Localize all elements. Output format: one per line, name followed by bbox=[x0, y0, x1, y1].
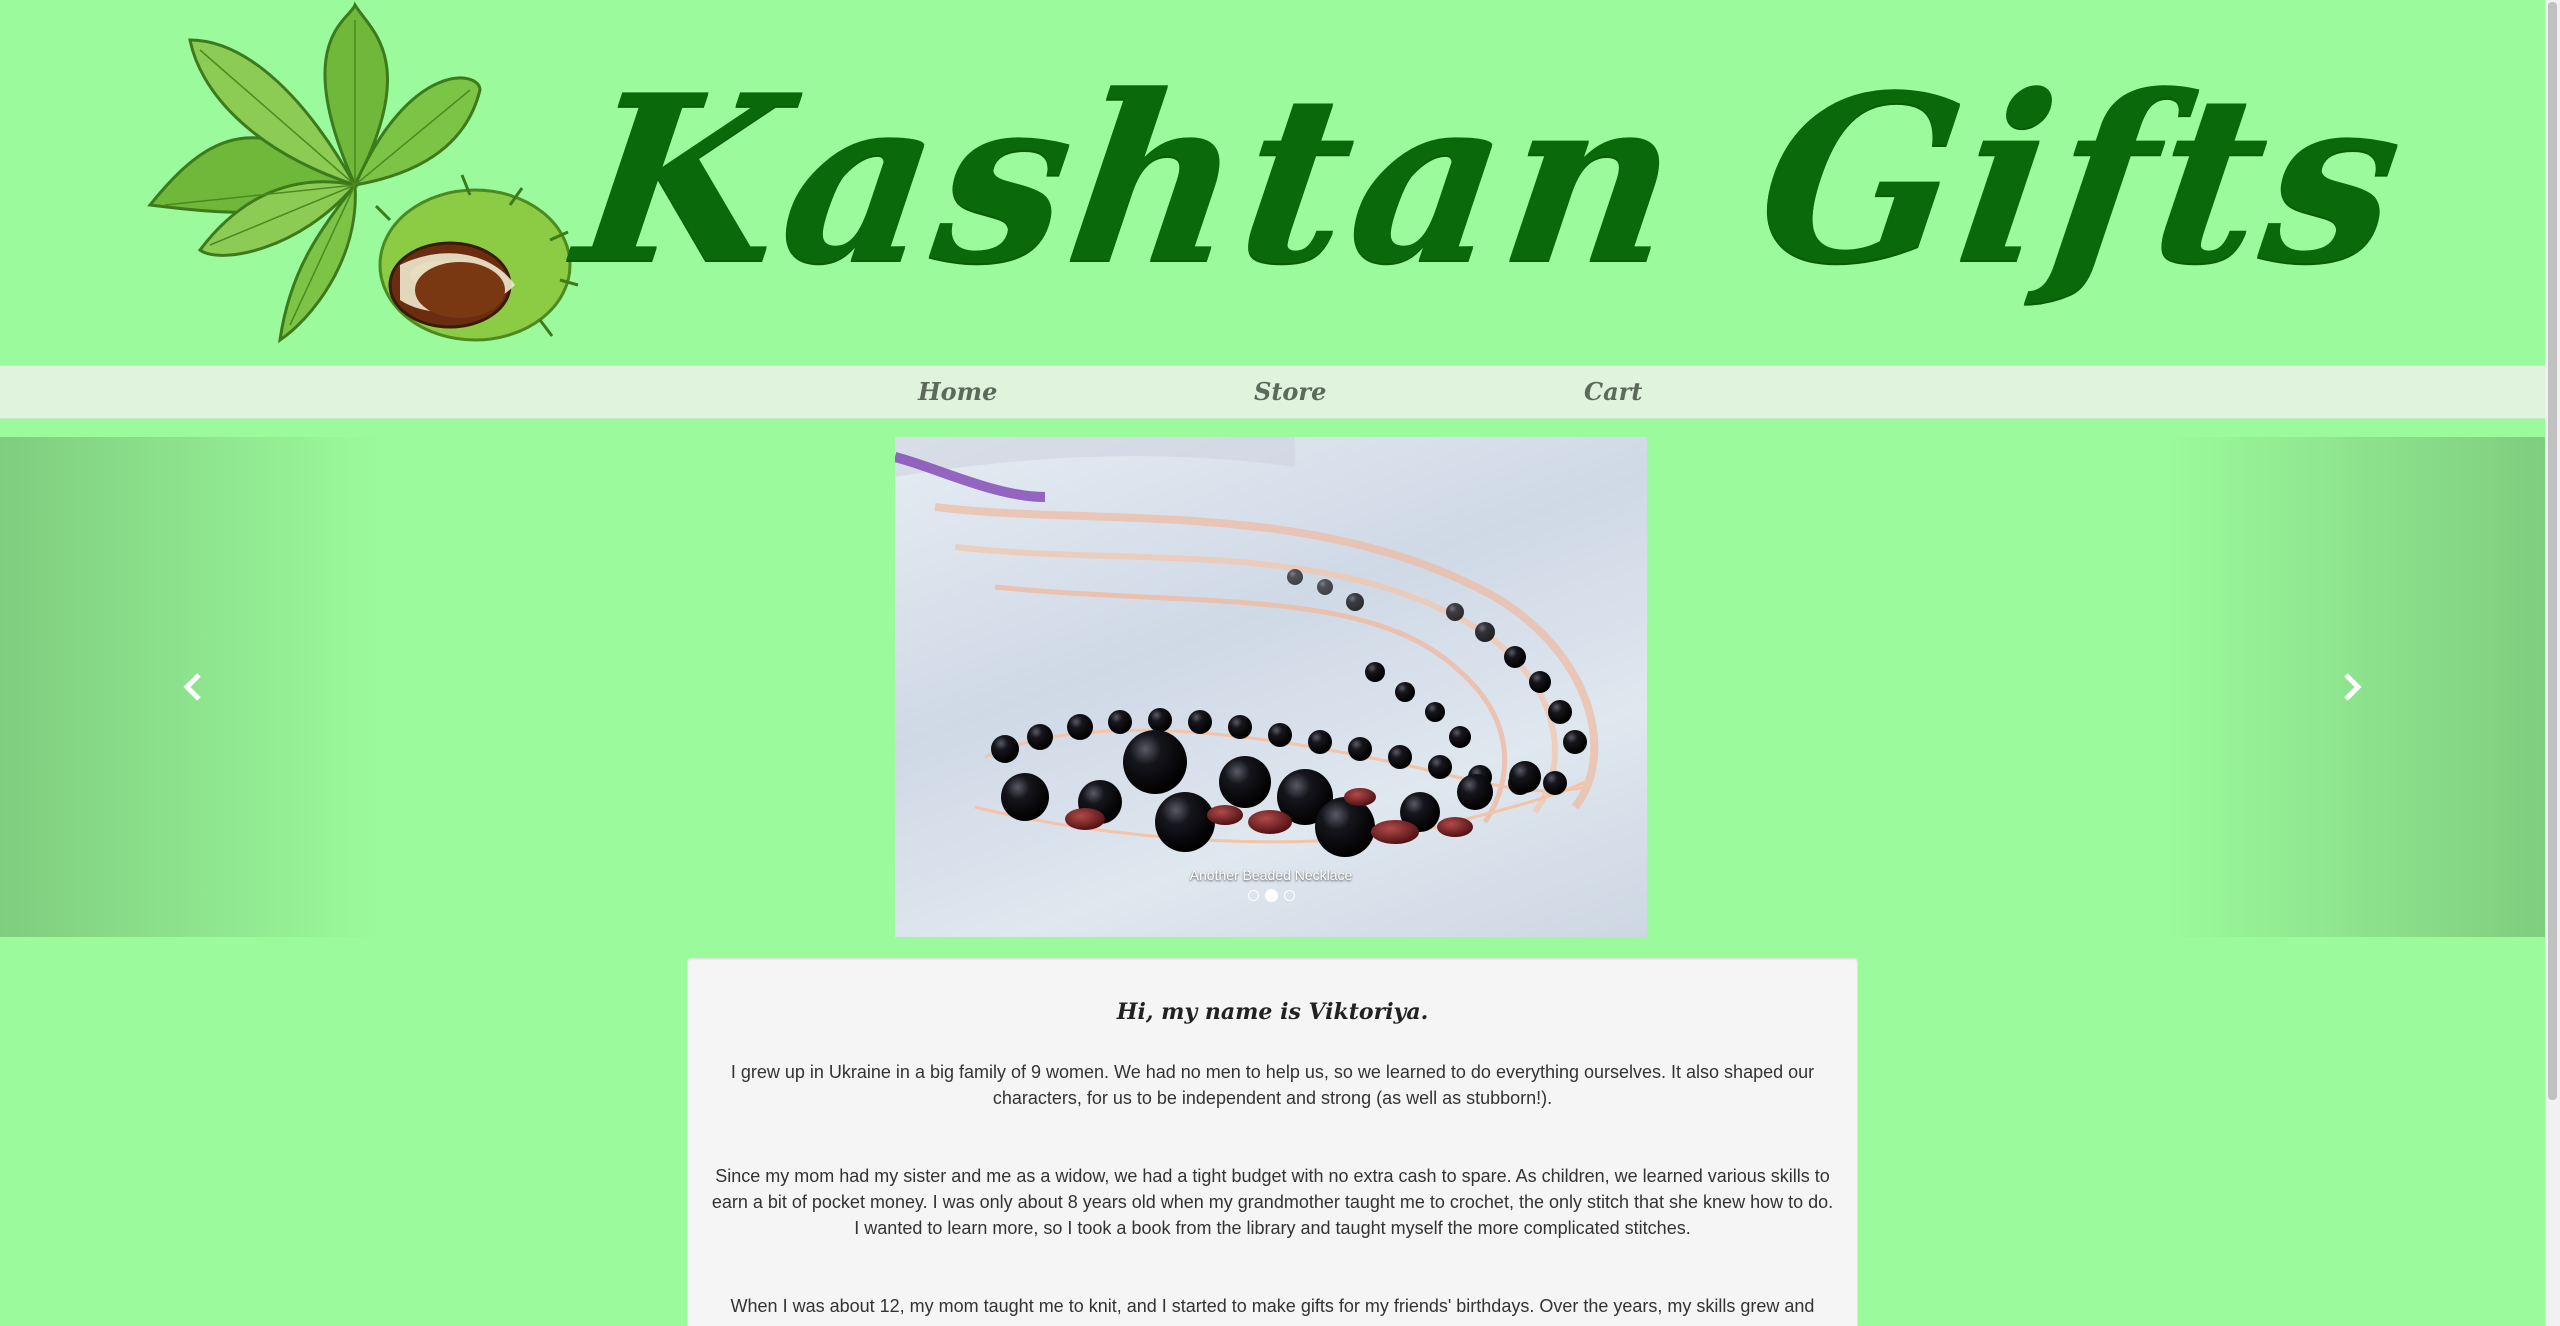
nav-store[interactable]: Store bbox=[1254, 376, 1326, 408]
nav-cart[interactable]: Cart bbox=[1584, 376, 1642, 408]
about-paragraph-1: I grew up in Ukraine in a big family of … bbox=[730, 1062, 1815, 1108]
carousel-indicator-2[interactable] bbox=[1264, 889, 1278, 902]
about-card: Hi, my name is Viktoriya. I grew up in U… bbox=[687, 958, 1858, 1326]
carousel-caption: Another Beaded Necklace bbox=[1189, 867, 1353, 883]
beaded-necklace-image bbox=[895, 437, 1599, 857]
brand-title[interactable]: Kashtan Gifts bbox=[559, 45, 2421, 350]
main-navbar: Home Store Cart bbox=[0, 365, 2545, 419]
page-scrollbar[interactable] bbox=[2545, 0, 2560, 1326]
carousel-indicator-1[interactable] bbox=[1247, 890, 1259, 901]
chevron-left-icon bbox=[183, 673, 201, 701]
scrollbar-thumb[interactable] bbox=[2548, 2, 2557, 1100]
carousel-next-button[interactable] bbox=[2165, 437, 2545, 937]
carousel-prev-button[interactable] bbox=[0, 437, 380, 937]
about-paragraph-3: When I was about 12, my mom taught me to… bbox=[730, 1296, 1815, 1316]
about-title: Hi, my name is Viktoriya. bbox=[1116, 999, 1429, 1025]
chevron-right-icon bbox=[2344, 673, 2362, 701]
about-paragraph-2: Since my mom had my sister and me as a w… bbox=[711, 1166, 1834, 1238]
image-carousel: Another Beaded Necklace bbox=[0, 437, 2545, 937]
carousel-indicator-3[interactable] bbox=[1283, 890, 1295, 901]
carousel-indicators bbox=[895, 889, 1647, 902]
site-header: Kashtan Gifts bbox=[0, 0, 2545, 365]
carousel-slide-image[interactable]: Another Beaded Necklace bbox=[895, 437, 1647, 937]
chestnut-leaf-icon bbox=[147, 1, 579, 344]
page: Kashtan Gifts Home Store Cart Another Be… bbox=[0, 0, 2560, 1326]
nav-home[interactable]: Home bbox=[918, 376, 997, 408]
